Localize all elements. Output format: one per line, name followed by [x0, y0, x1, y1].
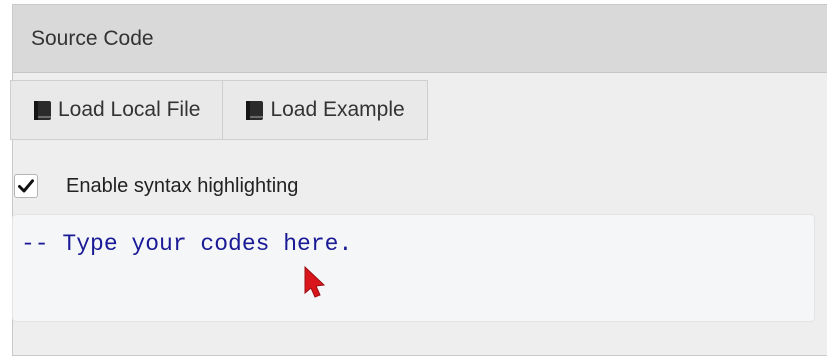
syntax-highlighting-option: Enable syntax highlighting	[14, 174, 298, 198]
book-icon	[33, 100, 52, 121]
panel-title: Source Code	[13, 5, 827, 73]
syntax-highlighting-label: Enable syntax highlighting	[66, 174, 299, 197]
load-local-file-label: Load Local File	[58, 98, 201, 121]
syntax-highlighting-checkbox[interactable]	[14, 174, 38, 198]
mouse-pointer-icon	[304, 265, 326, 298]
book-icon	[245, 100, 264, 121]
checkmark-icon	[18, 179, 34, 193]
load-local-file-button[interactable]: Load Local File	[10, 80, 224, 140]
code-editor[interactable]: -- Type your codes here.	[12, 214, 815, 322]
load-example-button[interactable]: Load Example	[223, 80, 428, 140]
load-example-label: Load Example	[270, 98, 405, 121]
toolbar: Load Local File Load Example	[10, 80, 428, 140]
